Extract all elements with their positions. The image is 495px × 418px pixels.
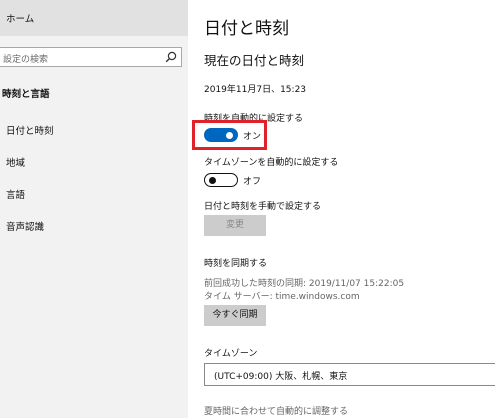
sidebar-item-language[interactable]: 言語 (6, 187, 25, 201)
timezone-select[interactable]: (UTC+09:00) 大阪、札幌、東京 (204, 363, 495, 386)
timezone-label: タイムゾーン (204, 349, 258, 359)
auto-timezone-state: オフ (243, 177, 262, 187)
toggle-knob (209, 176, 216, 184)
search-input[interactable]: 設定の検索 (0, 47, 182, 67)
sync-now-button[interactable]: 今すぐ同期 (204, 305, 266, 326)
sidebar-item-date-time[interactable]: 日付と時刻 (6, 123, 54, 137)
sidebar: ホーム 設定の検索 時刻と言語 日付と時刻 地域 言語 音声認識 (0, 0, 188, 418)
change-button[interactable]: 変更 (204, 215, 266, 236)
last-sync-text: 前回成功した時刻の同期: 2019/11/07 15:22:05 (204, 279, 405, 289)
sync-title: 時刻を同期する (204, 259, 268, 269)
page-title: 日付と時刻 (204, 19, 289, 39)
manual-set-label: 日付と時刻を手動で設定する (204, 202, 322, 212)
highlight-box (192, 120, 267, 150)
home-nav-item[interactable]: ホーム (0, 0, 188, 36)
auto-timezone-label: タイムゾーンを自動的に設定する (204, 158, 339, 168)
search-icon[interactable] (165, 51, 177, 63)
sidebar-item-speech[interactable]: 音声認識 (6, 219, 44, 233)
section-title: 時刻と言語 (2, 89, 50, 100)
sidebar-item-region[interactable]: 地域 (6, 155, 25, 169)
search-placeholder: 設定の検索 (3, 55, 49, 65)
section-subtitle: 現在の日付と時刻 (204, 53, 305, 68)
time-server-text: タイム サーバー: time.windows.com (204, 292, 360, 302)
auto-timezone-toggle[interactable] (204, 173, 238, 187)
current-datetime: 2019年11月7日、15:23 (204, 85, 307, 95)
home-label: ホーム (6, 14, 35, 25)
dst-label: 夏時間に合わせて自動的に調整する (204, 407, 349, 417)
timezone-value: (UTC+09:00) 大阪、札幌、東京 (214, 372, 348, 382)
